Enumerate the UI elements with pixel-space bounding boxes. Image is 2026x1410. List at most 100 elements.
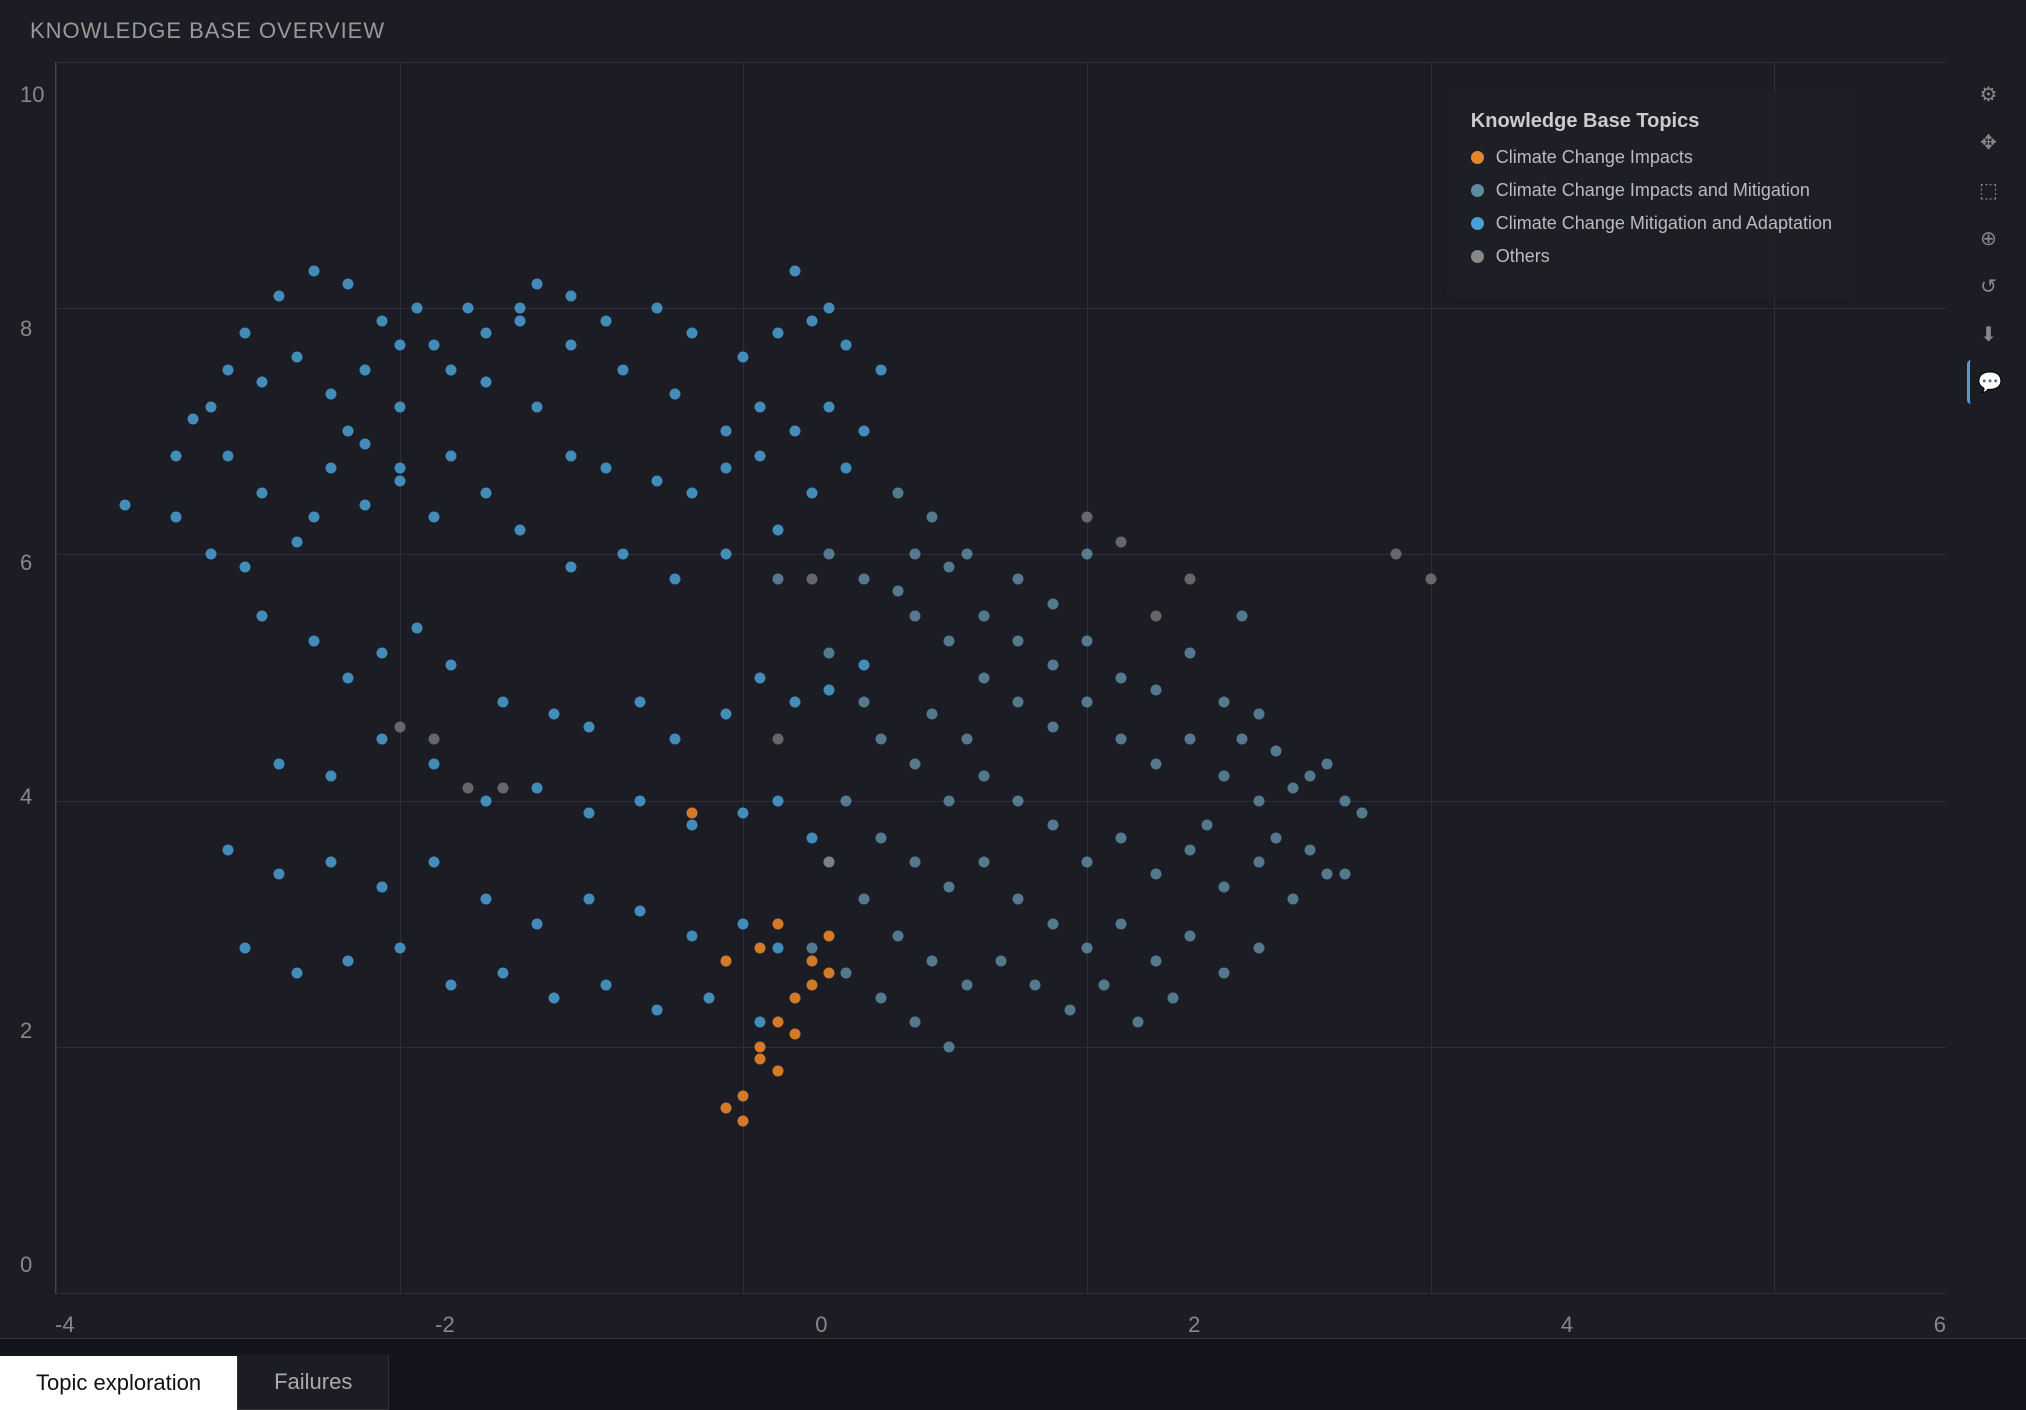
scatter-dot[interactable] <box>497 783 508 794</box>
scatter-dot[interactable] <box>446 364 457 375</box>
scatter-dot[interactable] <box>1116 672 1127 683</box>
scatter-dot[interactable] <box>772 1017 783 1028</box>
scatter-dot[interactable] <box>1425 574 1436 585</box>
scatter-dot[interactable] <box>772 524 783 535</box>
scatter-dot[interactable] <box>1013 635 1024 646</box>
scatter-dot[interactable] <box>807 955 818 966</box>
scatter-dot[interactable] <box>978 857 989 868</box>
scatter-dot[interactable] <box>429 512 440 523</box>
scatter-dot[interactable] <box>566 561 577 572</box>
scatter-dot[interactable] <box>325 389 336 400</box>
scatter-dot[interactable] <box>274 758 285 769</box>
scatter-dot[interactable] <box>824 931 835 942</box>
scatter-dot[interactable] <box>910 758 921 769</box>
scatter-dot[interactable] <box>583 807 594 818</box>
scatter-dot[interactable] <box>514 303 525 314</box>
scatter-dot[interactable] <box>1047 820 1058 831</box>
scatter-dot[interactable] <box>755 1017 766 1028</box>
scatter-dot[interactable] <box>1099 980 1110 991</box>
scatter-dot[interactable] <box>858 426 869 437</box>
scatter-dot[interactable] <box>1081 635 1092 646</box>
scatter-dot[interactable] <box>1047 598 1058 609</box>
scatter-dot[interactable] <box>394 721 405 732</box>
scatter-dot[interactable] <box>927 955 938 966</box>
scatter-dot[interactable] <box>377 881 388 892</box>
scatter-dot[interactable] <box>394 475 405 486</box>
scatter-dot[interactable] <box>1150 684 1161 695</box>
scatter-dot[interactable] <box>927 512 938 523</box>
scatter-dot[interactable] <box>1081 549 1092 560</box>
scatter-dot[interactable] <box>1270 746 1281 757</box>
scatter-dot[interactable] <box>222 844 233 855</box>
scatter-dot[interactable] <box>325 857 336 868</box>
scatter-dot[interactable] <box>721 426 732 437</box>
scatter-dot[interactable] <box>394 340 405 351</box>
scatter-dot[interactable] <box>669 734 680 745</box>
scatter-dot[interactable] <box>1185 844 1196 855</box>
scatter-dot[interactable] <box>910 857 921 868</box>
scatter-dot[interactable] <box>686 327 697 338</box>
scatter-dot[interactable] <box>755 450 766 461</box>
scatter-dot[interactable] <box>686 807 697 818</box>
scatter-dot[interactable] <box>1253 709 1264 720</box>
scatter-dot[interactable] <box>377 315 388 326</box>
scatter-dot[interactable] <box>772 574 783 585</box>
scatter-dot[interactable] <box>514 524 525 535</box>
scatter-dot[interactable] <box>789 1029 800 1040</box>
scatter-dot[interactable] <box>257 377 268 388</box>
scatter-dot[interactable] <box>618 364 629 375</box>
scatter-dot[interactable] <box>1013 894 1024 905</box>
scatter-dot[interactable] <box>772 1066 783 1077</box>
scatter-dot[interactable] <box>910 549 921 560</box>
scatter-dot[interactable] <box>961 549 972 560</box>
scatter-dot[interactable] <box>325 770 336 781</box>
scatter-dot[interactable] <box>1116 537 1127 548</box>
scatter-dot[interactable] <box>738 352 749 363</box>
scatter-dot[interactable] <box>807 487 818 498</box>
scatter-dot[interactable] <box>1253 943 1264 954</box>
scatter-dot[interactable] <box>1133 1017 1144 1028</box>
scatter-dot[interactable] <box>205 549 216 560</box>
scatter-dot[interactable] <box>944 795 955 806</box>
scatter-dot[interactable] <box>772 327 783 338</box>
scatter-dot[interactable] <box>978 610 989 621</box>
scatter-dot[interactable] <box>532 783 543 794</box>
scatter-dot[interactable] <box>1270 832 1281 843</box>
scatter-dot[interactable] <box>1116 734 1127 745</box>
scatter-dot[interactable] <box>978 770 989 781</box>
scatter-dot[interactable] <box>721 1103 732 1114</box>
scatter-dot[interactable] <box>1150 758 1161 769</box>
scatter-dot[interactable] <box>308 635 319 646</box>
scatter-dot[interactable] <box>566 340 577 351</box>
scatter-dot[interactable] <box>789 426 800 437</box>
scatter-dot[interactable] <box>703 992 714 1003</box>
scatter-plot[interactable]: Knowledge Base Topics Climate Change Imp… <box>55 62 1946 1294</box>
scatter-dot[interactable] <box>325 463 336 474</box>
scatter-dot[interactable] <box>1305 770 1316 781</box>
scatter-dot[interactable] <box>360 364 371 375</box>
scatter-dot[interactable] <box>1339 869 1350 880</box>
scatter-dot[interactable] <box>532 918 543 929</box>
scatter-dot[interactable] <box>738 1115 749 1126</box>
scatter-dot[interactable] <box>875 734 886 745</box>
scatter-dot[interactable] <box>583 721 594 732</box>
scatter-dot[interactable] <box>222 450 233 461</box>
scatter-dot[interactable] <box>635 795 646 806</box>
scatter-dot[interactable] <box>824 684 835 695</box>
scatter-dot[interactable] <box>566 450 577 461</box>
scatter-dot[interactable] <box>1322 758 1333 769</box>
scatter-dot[interactable] <box>686 931 697 942</box>
scatter-dot[interactable] <box>1150 955 1161 966</box>
tab-topic-exploration[interactable]: Topic exploration <box>0 1356 238 1410</box>
scatter-dot[interactable] <box>1391 549 1402 560</box>
scatter-dot[interactable] <box>875 832 886 843</box>
scatter-dot[interactable] <box>824 857 835 868</box>
scatter-dot[interactable] <box>532 278 543 289</box>
scatter-dot[interactable] <box>858 894 869 905</box>
scatter-dot[interactable] <box>1185 647 1196 658</box>
scatter-dot[interactable] <box>291 537 302 548</box>
scatter-dot[interactable] <box>738 807 749 818</box>
scatter-dot[interactable] <box>377 734 388 745</box>
scatter-dot[interactable] <box>1047 918 1058 929</box>
scatter-dot[interactable] <box>1081 512 1092 523</box>
